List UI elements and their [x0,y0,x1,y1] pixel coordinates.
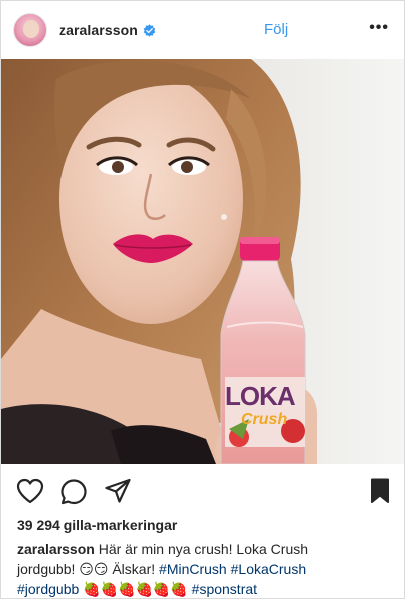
post-caption: zaralarsson Här är min nya crush! Loka C… [17,539,395,598]
action-bar [1,466,404,514]
share-icon[interactable] [104,478,132,504]
post-photo[interactable]: LOKA Crush [1,59,404,464]
selfie-illustration [1,59,404,464]
hashtag-lokacrush[interactable]: #LokaCrush [231,561,307,577]
avatar[interactable] [13,13,47,47]
heart-icon[interactable] [16,478,44,504]
hashtag-jordgubb[interactable]: #jordgubb [17,581,79,597]
username-link[interactable]: zaralarsson [59,22,138,38]
likes-count[interactable]: 39 294 gilla-markeringar [17,517,177,533]
strawberry-emojis: 🍓🍓🍓🍓🍓🍓 [83,581,188,597]
hashtag-sponstrat[interactable]: #sponstrat [192,581,257,597]
hashtag-mincrush[interactable]: #MinCrush [159,561,227,577]
comment-icon[interactable] [60,478,88,506]
bookmark-icon[interactable] [370,478,390,504]
instagram-post: zaralarsson Följ ••• LOKA Crush 39 294 g… [0,0,405,599]
verified-icon [143,23,156,37]
post-header: zaralarsson Följ ••• [1,1,404,59]
bottle-product: Crush [241,411,288,428]
caption-text-1: Här är min nya crush! Loka Crush [98,541,309,557]
follow-button[interactable]: Följ [264,21,288,38]
caption-username[interactable]: zaralarsson [17,541,95,557]
bottle-brand: LOKA [225,381,296,411]
more-icon[interactable]: ••• [369,20,389,36]
caption-text-2: jordgubb! 😏😏 Älskar! [17,561,156,577]
